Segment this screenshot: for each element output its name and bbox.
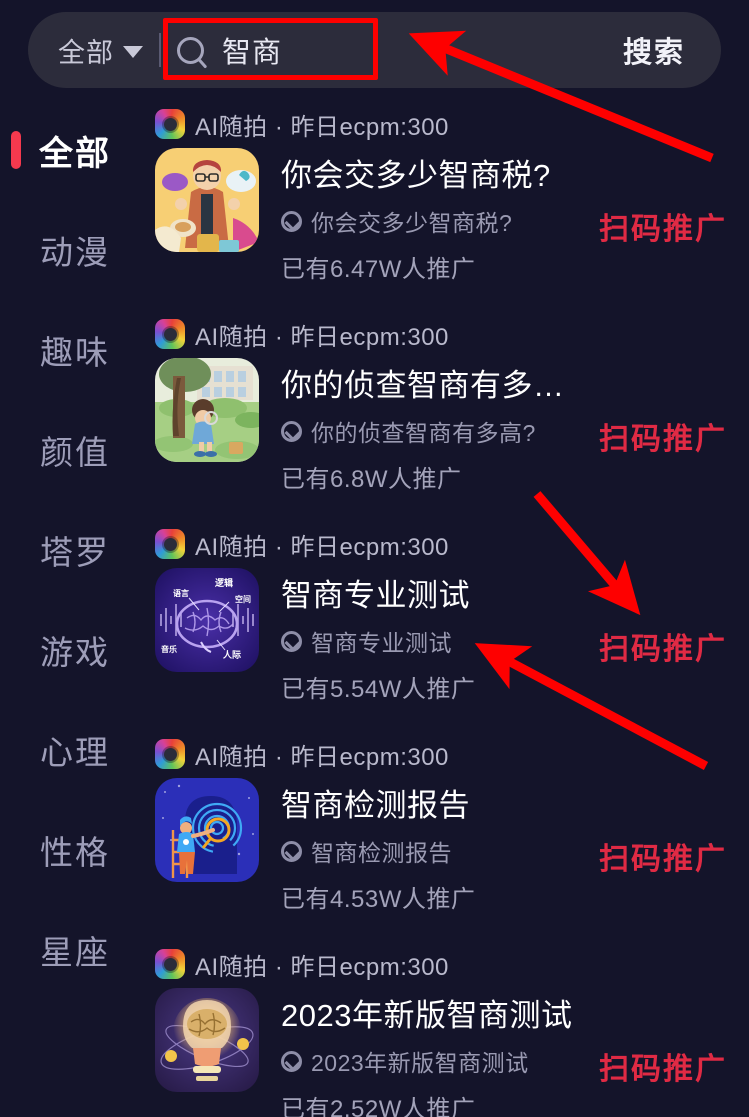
source-avatar-icon <box>155 949 185 979</box>
source-avatar-icon <box>155 739 185 769</box>
list-item[interactable]: AI随拍 · 昨日ecpm:300 <box>150 310 749 520</box>
card-count: 已有2.52W人推广 <box>281 1096 476 1117</box>
card-title: 你会交多少智商税? <box>281 158 551 193</box>
card-thumbnail[interactable] <box>155 988 259 1092</box>
card-meta-text: AI随拍 · 昨日ecpm:300 <box>195 953 449 981</box>
list-item[interactable]: AI随拍 · 昨日ecpm:300 <box>150 520 749 730</box>
sidebar-item-label: 颜值 <box>40 434 110 471</box>
scan-promote-button[interactable]: 扫码推广 <box>599 414 727 458</box>
chevron-down-icon <box>123 46 143 58</box>
thumb-label-music: 音乐 <box>161 644 177 654</box>
card-count: 已有4.53W人推广 <box>281 886 476 913</box>
sidebar-item-label: 塔罗 <box>40 534 110 571</box>
card-title: 2023年新版智商测试 <box>281 998 573 1033</box>
category-dropdown[interactable]: 全部 <box>58 31 143 70</box>
thumb-label-space: 空间 <box>235 594 251 604</box>
scan-promote-button[interactable]: 扫码推广 <box>599 834 727 878</box>
card-thumbnail[interactable] <box>155 358 259 462</box>
sidebar-item-psychology[interactable]: 心理 <box>0 700 150 800</box>
search-button[interactable]: 搜索 <box>623 29 685 71</box>
sidebar-item-game[interactable]: 游戏 <box>0 600 150 700</box>
sidebar-item-looks[interactable]: 颜值 <box>0 400 150 500</box>
card-meta: AI随拍 · 昨日ecpm:300 <box>155 948 749 981</box>
sidebar-item-label: 全部 <box>39 134 111 173</box>
card-title: 你的侦查智商有多… <box>281 368 565 403</box>
sidebar-item-anime[interactable]: 动漫 <box>0 200 150 300</box>
thumb-label-social: 人际 <box>222 649 241 660</box>
list-item[interactable]: AI随拍 · 昨日ecpm:300 <box>150 100 749 310</box>
link-icon <box>281 210 302 232</box>
category-dropdown-label: 全部 <box>58 37 114 68</box>
card-meta: AI随拍 · 昨日ecpm:300 <box>155 738 749 771</box>
source-avatar-icon <box>155 109 185 139</box>
card-title: 智商检测报告 <box>281 788 470 823</box>
result-list: AI随拍 · 昨日ecpm:300 你会交多少智商税? 你会交多少智商税? 已有… <box>150 100 749 1117</box>
thumb-label-logic: 逻辑 <box>214 577 233 588</box>
sidebar-item-label: 趣味 <box>40 334 110 371</box>
card-meta-text: AI随拍 · 昨日ecpm:300 <box>195 323 449 351</box>
app-root: 全部 智商 搜索 全部 动漫 趣味 颜值 塔罗 游戏 心理 性格 星座 AI随拍… <box>0 0 749 1117</box>
link-icon <box>281 840 302 862</box>
active-indicator <box>11 131 21 169</box>
card-count: 已有6.8W人推广 <box>281 466 462 493</box>
card-meta: AI随拍 · 昨日ecpm:300 <box>155 318 749 351</box>
sidebar-item-label: 心理 <box>40 734 110 771</box>
sidebar-item-label: 游戏 <box>40 634 110 671</box>
card-meta-text: AI随拍 · 昨日ecpm:300 <box>195 533 449 561</box>
card-meta: AI随拍 · 昨日ecpm:300 <box>155 528 749 561</box>
card-thumbnail[interactable] <box>155 148 259 252</box>
card-count: 已有6.47W人推广 <box>281 256 476 283</box>
card-meta-text: AI随拍 · 昨日ecpm:300 <box>195 743 449 771</box>
card-title: 智商专业测试 <box>281 578 470 613</box>
link-icon <box>281 630 302 652</box>
sidebar-item-label: 星座 <box>40 934 110 971</box>
sidebar-item-label: 性格 <box>40 834 110 871</box>
thumb-label-language: 语言 <box>173 588 189 598</box>
card-meta: AI随拍 · 昨日ecpm:300 <box>155 108 749 141</box>
annotation-highlight-box <box>163 18 378 80</box>
link-icon <box>281 420 302 442</box>
card-subtitle: 2023年新版智商测试 <box>311 1050 529 1076</box>
card-subtitle: 你会交多少智商税? <box>311 210 513 236</box>
sidebar-item-all[interactable]: 全部 <box>0 100 150 200</box>
card-subtitle: 智商专业测试 <box>311 630 452 656</box>
card-subtitle: 智商检测报告 <box>311 840 452 866</box>
card-thumbnail[interactable]: 逻辑 语言 空间 音乐 人际 <box>155 568 259 672</box>
sidebar-item-personality[interactable]: 性格 <box>0 800 150 900</box>
sidebar-item-label: 动漫 <box>40 234 110 271</box>
list-item[interactable]: AI随拍 · 昨日ecpm:300 <box>150 940 749 1117</box>
sidebar-item-horoscope[interactable]: 星座 <box>0 900 150 1000</box>
link-icon <box>281 1050 302 1072</box>
card-thumbnail[interactable] <box>155 778 259 882</box>
list-item[interactable]: AI随拍 · 昨日ecpm:300 <box>150 730 749 940</box>
sidebar-item-tarot[interactable]: 塔罗 <box>0 500 150 600</box>
scan-promote-button[interactable]: 扫码推广 <box>599 1044 727 1088</box>
scan-promote-button[interactable]: 扫码推广 <box>599 204 727 248</box>
category-sidebar: 全部 动漫 趣味 颜值 塔罗 游戏 心理 性格 星座 <box>0 100 150 1117</box>
card-meta-text: AI随拍 · 昨日ecpm:300 <box>195 113 449 141</box>
source-avatar-icon <box>155 319 185 349</box>
source-avatar-icon <box>155 529 185 559</box>
card-count: 已有5.54W人推广 <box>281 676 476 703</box>
scan-promote-button[interactable]: 扫码推广 <box>599 624 727 668</box>
sidebar-item-fun[interactable]: 趣味 <box>0 300 150 400</box>
card-subtitle: 你的侦查智商有多高? <box>311 420 536 446</box>
search-divider <box>159 33 161 67</box>
